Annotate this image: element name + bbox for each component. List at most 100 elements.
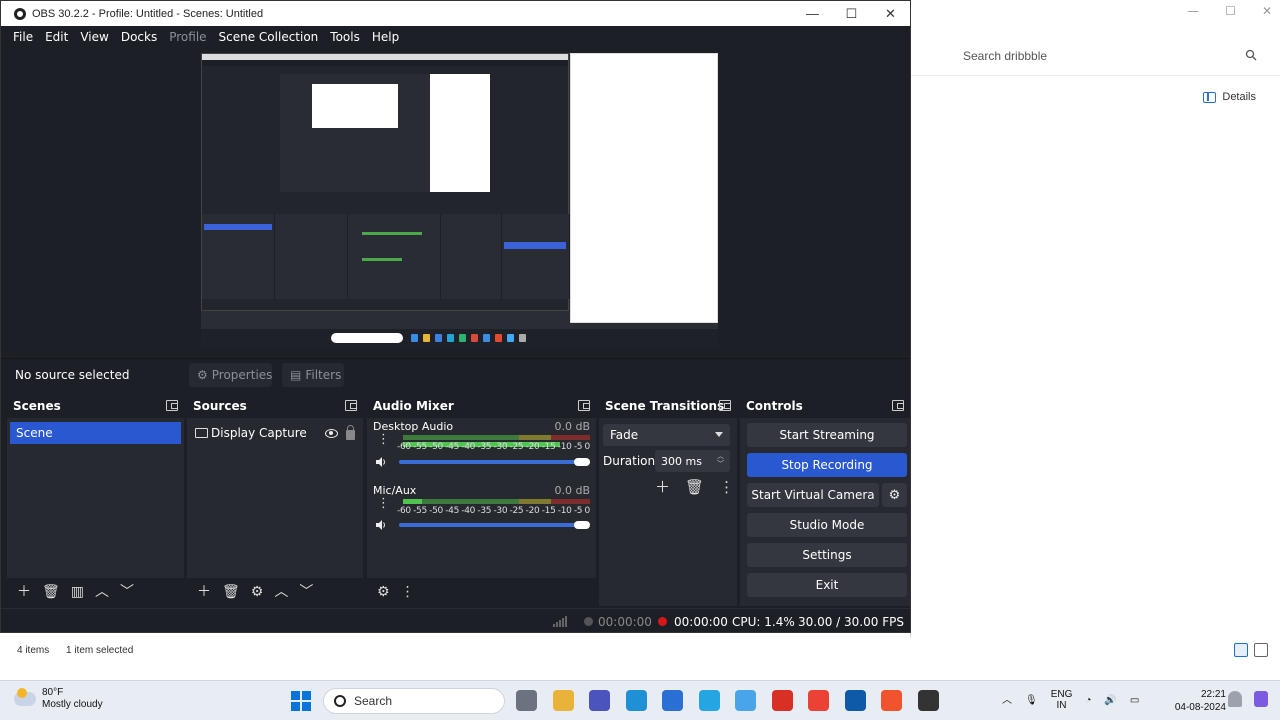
undock-icon[interactable] (166, 400, 178, 411)
lock-icon[interactable] (346, 424, 355, 440)
add-icon[interactable]: ＋ (17, 585, 31, 599)
minimize-icon[interactable]: — (1187, 4, 1199, 18)
audio-mixer-header[interactable]: Audio Mixer (367, 394, 596, 418)
gear-icon[interactable]: ⚙ (251, 585, 264, 599)
details-button[interactable]: Details (1203, 91, 1256, 103)
undock-icon[interactable] (719, 400, 731, 411)
clock[interactable]: 22:21 04-08-2024 (1175, 688, 1226, 714)
edge-icon[interactable] (625, 690, 647, 711)
transition-select[interactable]: Fade (603, 424, 730, 446)
sources-dock-header[interactable]: Sources (187, 394, 363, 418)
add-icon[interactable]: ＋ (655, 480, 670, 495)
menu-view[interactable]: View (74, 30, 114, 44)
wifi-icon[interactable]: ◔ (1085, 695, 1091, 706)
volume-slider[interactable] (399, 460, 580, 464)
start-streaming-button[interactable]: Start Streaming (747, 423, 907, 447)
level-meter (403, 499, 590, 504)
more-icon[interactable]: ⋮ (377, 497, 390, 510)
undock-icon[interactable] (578, 400, 590, 411)
menu-tools[interactable]: Tools (324, 30, 366, 44)
trash-icon[interactable]: 🗑 (42, 585, 60, 599)
menu-edit[interactable]: Edit (39, 30, 74, 44)
arrow-up-icon[interactable]: ︿ (274, 585, 288, 599)
scene-filters-icon[interactable]: ▥ (71, 585, 84, 599)
close-icon[interactable]: ✕ (1262, 4, 1272, 18)
more-icon[interactable]: ⋮ (377, 433, 390, 446)
chevron-up-icon[interactable]: ︿ (1002, 695, 1012, 706)
search-icon[interactable] (1245, 49, 1257, 61)
controls-header[interactable]: Controls (740, 394, 910, 418)
duration-spinbox[interactable]: 300 ms ︿ ﹀ (655, 450, 730, 472)
arrow-down-icon[interactable]: ﹀ (299, 585, 313, 599)
weather-temp: 80°F (42, 687, 64, 698)
menu-file[interactable]: File (7, 30, 39, 44)
tiles-view-icon[interactable] (1254, 643, 1268, 657)
close-button[interactable]: ✕ (871, 6, 910, 22)
chrome-icon[interactable] (808, 690, 829, 711)
filters-button[interactable]: ▤ Filters (282, 363, 344, 387)
menu-docks[interactable]: Docks (115, 30, 163, 44)
speaker-icon[interactable] (375, 456, 387, 468)
stream-status-icon (584, 617, 593, 626)
undock-icon[interactable] (892, 400, 904, 411)
undock-icon[interactable] (345, 400, 357, 411)
spin-arrows-icon[interactable]: ︿ ﹀ (717, 452, 724, 468)
menu-help[interactable]: Help (366, 30, 405, 44)
more-icon[interactable]: ⋮ (719, 480, 734, 495)
microphone-icon[interactable]: 🎙 (1025, 695, 1038, 706)
maximize-button[interactable]: ☐ (832, 6, 871, 22)
scene-item[interactable]: Scene (10, 422, 181, 444)
trash-icon[interactable]: 🗑 (685, 480, 704, 495)
start-virtual-camera-button[interactable]: Start Virtual Camera (747, 483, 879, 507)
app-icon[interactable] (698, 690, 720, 711)
teams-icon[interactable] (589, 690, 610, 711)
minimize-button[interactable]: — (793, 6, 832, 22)
explorer-status-bar: 4 items 1 item selected (0, 638, 1280, 662)
scenes-dock-header[interactable]: Scenes (7, 394, 184, 418)
details-view-icon[interactable] (1234, 643, 1248, 657)
copilot-icon[interactable] (1254, 691, 1268, 707)
eye-icon[interactable] (325, 428, 338, 438)
windows-start-icon[interactable] (291, 691, 311, 711)
dribbble-search-input[interactable]: Search dribbble (911, 36, 1280, 76)
scene-transitions-header[interactable]: Scene Transitions (599, 394, 737, 418)
arrow-up-icon[interactable]: ︿ (95, 585, 109, 599)
obs-titlebar[interactable]: OBS 30.2.2 - Profile: Untitled - Scenes:… (1, 1, 910, 26)
python-icon[interactable] (735, 690, 756, 711)
weather-widget[interactable]: 80°F Mostly cloudy (14, 687, 103, 711)
arrow-down-icon[interactable]: ﹀ (120, 585, 134, 599)
advanced-audio-gear-icon[interactable]: ⚙ (377, 585, 390, 599)
volume-slider-handle[interactable] (574, 458, 590, 466)
add-icon[interactable]: ＋ (197, 585, 211, 599)
trash-icon[interactable]: 🗑 (222, 585, 240, 599)
taskbar-search[interactable]: Search (323, 688, 505, 714)
store-icon[interactable] (662, 690, 683, 711)
exit-button[interactable]: Exit (747, 573, 907, 597)
brave-icon[interactable] (881, 690, 902, 711)
maximize-icon[interactable]: ☐ (1225, 4, 1236, 18)
volume-icon[interactable]: 🔊 (1104, 695, 1116, 706)
app-shield-icon[interactable] (771, 690, 793, 711)
settings-button[interactable]: Settings (747, 543, 907, 567)
obs-taskbar-icon[interactable] (917, 690, 939, 711)
battery-icon[interactable]: ▭ (1130, 695, 1139, 706)
notification-bell-icon[interactable] (1228, 691, 1242, 707)
vscode-icon[interactable] (844, 690, 866, 711)
volume-slider-handle[interactable] (574, 521, 590, 529)
file-explorer-icon[interactable] (552, 690, 574, 711)
properties-button[interactable]: ⚙ Properties (189, 363, 272, 387)
volume-slider[interactable] (399, 523, 580, 527)
stop-recording-button[interactable]: Stop Recording (747, 453, 907, 477)
virtual-camera-settings-gear-icon[interactable]: ⚙ (882, 483, 907, 507)
task-view-icon[interactable] (516, 690, 537, 711)
menu-scene-collection[interactable]: Scene Collection (213, 30, 325, 44)
speaker-icon[interactable] (375, 519, 387, 531)
more-icon[interactable]: ⋮ (401, 585, 415, 599)
source-item[interactable]: Display Capture (195, 424, 355, 441)
weather-desc: Mostly cloudy (42, 699, 103, 710)
menu-profile[interactable]: Profile (163, 30, 212, 44)
studio-mode-button[interactable]: Studio Mode (747, 513, 907, 537)
browser-window-controls[interactable]: — ☐ ✕ (1187, 4, 1272, 18)
preview-canvas[interactable] (201, 53, 718, 348)
language-indicator[interactable]: ENG IN (1051, 689, 1073, 711)
